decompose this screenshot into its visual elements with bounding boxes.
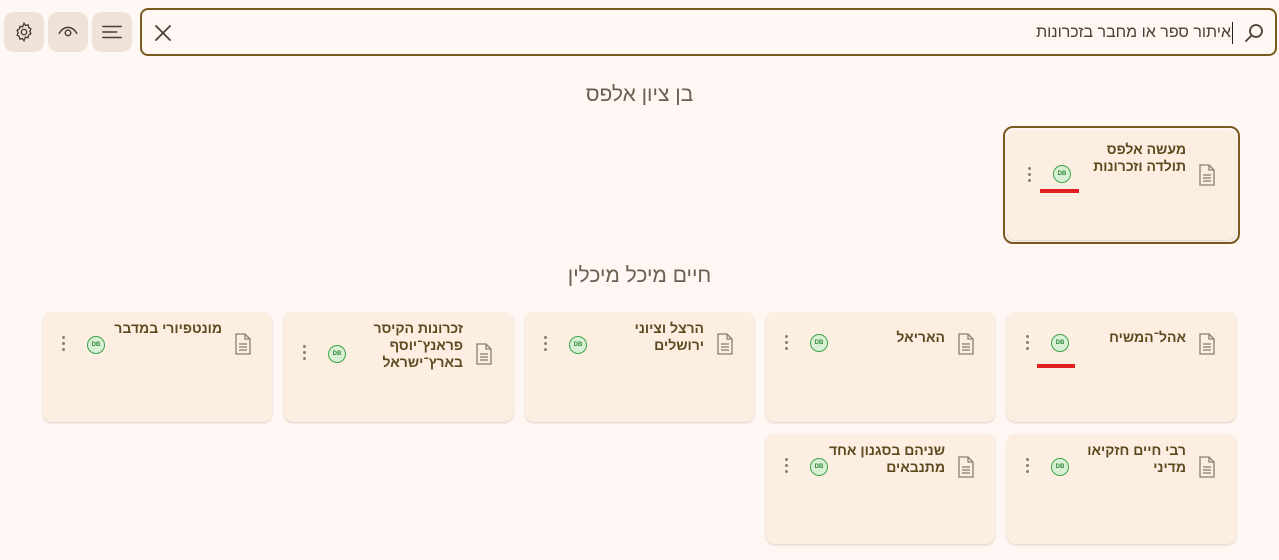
visibility-button[interactable] bbox=[48, 12, 88, 52]
book-title: שניהם בסגנון אחד מתנבאים bbox=[828, 442, 945, 475]
db-badge: DB bbox=[328, 345, 346, 363]
more-options-button[interactable] bbox=[301, 345, 307, 363]
more-options-button[interactable] bbox=[1024, 458, 1030, 476]
book-card[interactable]: זכרונות הקיסר פראנץ־יוסף בארץ־ישראל DB bbox=[284, 312, 513, 422]
document-icon bbox=[958, 456, 974, 478]
book-title: אהל־המשיח bbox=[1109, 329, 1186, 345]
document-icon bbox=[1199, 333, 1215, 355]
db-badge: DB bbox=[87, 336, 105, 354]
document-icon bbox=[1199, 456, 1215, 478]
settings-button[interactable] bbox=[4, 12, 44, 52]
red-underline bbox=[1040, 189, 1079, 193]
book-card[interactable]: הרצל וציוני ירושלים DB bbox=[525, 312, 754, 422]
more-options-button[interactable] bbox=[783, 458, 789, 476]
search-icon bbox=[1245, 24, 1263, 42]
book-card[interactable]: שניהם בסגנון אחד מתנבאים DB bbox=[766, 434, 995, 544]
book-card[interactable]: אהל־המשיח DB bbox=[1007, 312, 1236, 422]
clear-search-button[interactable] bbox=[150, 20, 176, 46]
book-title: רבי חיים חזקיאו מדיני bbox=[1087, 442, 1186, 475]
db-badge: DB bbox=[810, 334, 828, 352]
more-options-button[interactable] bbox=[60, 336, 66, 354]
book-title: האריאל bbox=[896, 329, 945, 345]
book-card[interactable]: מעשה אלפס תולדה וזכרונות DB bbox=[1007, 130, 1236, 240]
red-underline bbox=[1037, 364, 1075, 368]
document-icon bbox=[717, 333, 733, 355]
db-badge: DB bbox=[1051, 334, 1069, 352]
document-icon bbox=[958, 333, 974, 355]
book-card[interactable]: מונטפיורי במדבר DB bbox=[43, 312, 272, 422]
document-icon bbox=[235, 333, 251, 355]
close-icon bbox=[155, 25, 171, 41]
search-bar[interactable]: איתור ספר או מחבר בזכרונות bbox=[140, 8, 1277, 56]
menu-lines-icon bbox=[102, 25, 122, 39]
db-badge: DB bbox=[569, 336, 587, 354]
book-title: מעשה אלפס תולדה וזכרונות bbox=[1093, 141, 1186, 174]
more-options-button[interactable] bbox=[542, 336, 548, 354]
book-title: זכרונות הקיסר פראנץ־יוסף בארץ־ישראל bbox=[373, 320, 463, 370]
author-heading: חיים מיכל מיכלין bbox=[567, 264, 712, 287]
more-options-button[interactable] bbox=[1026, 167, 1032, 185]
search-button[interactable] bbox=[1241, 20, 1267, 46]
eye-icon bbox=[58, 26, 78, 37]
author-heading: בן ציון אלפס bbox=[585, 83, 694, 106]
gear-icon bbox=[16, 21, 32, 43]
more-options-button[interactable] bbox=[1024, 335, 1030, 353]
more-options-button[interactable] bbox=[783, 335, 789, 353]
book-title: מונטפיורי במדבר bbox=[114, 320, 222, 336]
menu-button[interactable] bbox=[92, 12, 132, 52]
db-badge: DB bbox=[810, 458, 828, 476]
search-input[interactable]: איתור ספר או מחבר בזכרונות bbox=[1036, 22, 1233, 44]
db-badge: DB bbox=[1051, 458, 1069, 476]
document-icon bbox=[1199, 164, 1215, 186]
book-card[interactable]: האריאל DB bbox=[766, 312, 995, 422]
book-card[interactable]: רבי חיים חזקיאו מדיני DB bbox=[1007, 434, 1236, 544]
db-badge: DB bbox=[1053, 165, 1071, 183]
book-title: הרצל וציוני ירושלים bbox=[634, 320, 704, 353]
document-icon bbox=[476, 343, 492, 365]
